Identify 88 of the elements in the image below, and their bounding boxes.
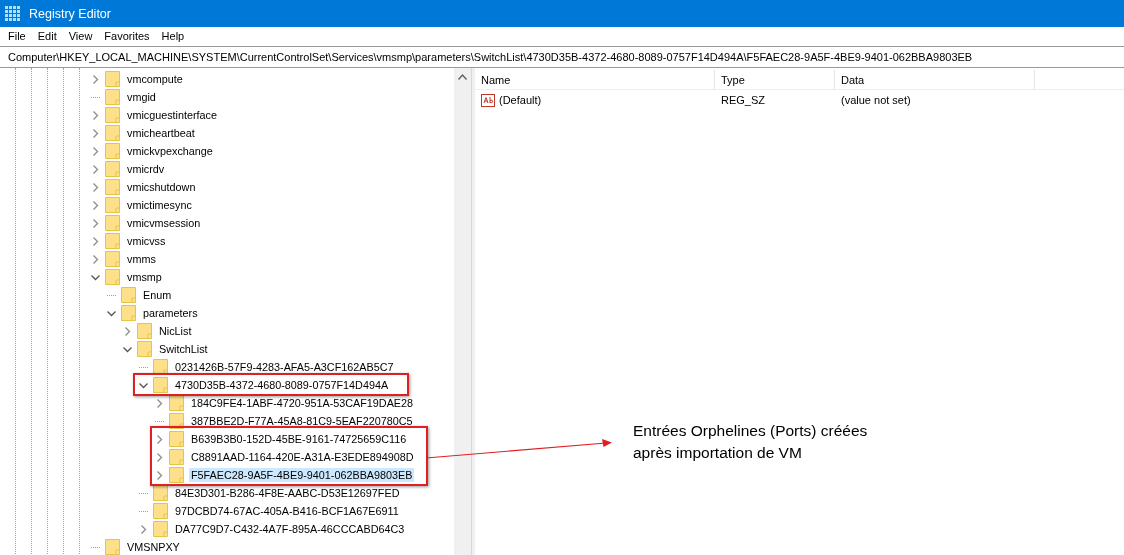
menu-item[interactable]: Help (155, 30, 191, 42)
tree-item[interactable]: 4730D35B-4372-4680-8089-0757F14D494A (173, 378, 391, 392)
chevron-down-icon[interactable] (123, 344, 132, 354)
folder-icon (105, 107, 120, 123)
chevron-right-icon[interactable] (91, 146, 100, 156)
folder-icon (105, 539, 120, 555)
tree-item[interactable]: parameters (141, 306, 200, 320)
tree-item[interactable]: 97DCBD74-67AC-405A-B416-BCF1A67E6911 (173, 504, 401, 518)
chevron-down-icon[interactable] (139, 380, 148, 390)
tree-item[interactable]: vmicvmsession (125, 216, 203, 230)
chevron-right-icon[interactable] (155, 398, 164, 408)
folder-icon (105, 269, 120, 285)
folder-icon (105, 215, 120, 231)
folder-icon (169, 449, 184, 465)
annotation-text: Entrées Orphelines (Ports) créées après importation de VM (633, 421, 868, 463)
tree-item[interactable]: Enum (141, 288, 174, 302)
folder-icon (105, 89, 120, 105)
tree-item[interactable]: vmictimesync (125, 198, 194, 212)
tree-item[interactable]: 84E3D301-B286-4F8E-AABC-D53E12697FED (173, 486, 402, 500)
folder-icon (105, 71, 120, 87)
chevron-right-icon[interactable] (155, 434, 164, 444)
chevron-right-icon[interactable] (91, 110, 100, 120)
tree-item[interactable]: vmicheartbeat (125, 126, 197, 140)
tree-item[interactable]: vmms (125, 252, 158, 266)
scroll-up-icon[interactable] (458, 74, 467, 80)
menu-item[interactable]: File (2, 30, 32, 42)
folder-icon (121, 287, 136, 303)
folder-icon (137, 323, 152, 339)
folder-icon (153, 377, 168, 393)
folder-icon (105, 251, 120, 267)
tree-item[interactable]: F5FAEC28-9A5F-4BE9-9401-062BBA9803EB (189, 468, 415, 482)
folder-icon (105, 179, 120, 195)
folder-icon (121, 305, 136, 321)
chevron-right-icon[interactable] (91, 200, 100, 210)
chevron-right-icon[interactable] (91, 182, 100, 192)
folder-icon (105, 125, 120, 141)
tree-item[interactable]: vmicrdv (125, 162, 167, 176)
tree-item[interactable]: vmicshutdown (125, 180, 198, 194)
folder-icon (169, 431, 184, 447)
menu-item[interactable]: Edit (31, 30, 63, 42)
folder-icon (153, 521, 168, 537)
menu-item[interactable]: View (62, 30, 99, 42)
string-value-icon (481, 93, 495, 107)
menu-item[interactable]: Favorites (98, 30, 156, 42)
chevron-right-icon[interactable] (123, 326, 132, 336)
tree-item[interactable]: 184C9FE4-1ABF-4720-951A-53CAF19DAE28 (189, 396, 416, 410)
window-title: Registry Editor (29, 6, 111, 21)
chevron-right-icon[interactable] (155, 470, 164, 480)
tree-item[interactable]: vmicguestinterface (125, 108, 219, 122)
chevron-right-icon[interactable] (91, 254, 100, 264)
address-field[interactable]: Computer\HKEY_LOCAL_MACHINE\SYSTEM\CurrentControlSet\Services\vmsmp\parameters\SwitchList\4730D35B-4372-4680-8089-0757F14D494A\F5FAEC28-9A5F-4BE9-9401-062BBA9803EB (0, 46, 1124, 68)
column-header[interactable]: Name (475, 70, 715, 89)
folder-icon (105, 143, 120, 159)
value-data: (value not set) (840, 94, 912, 106)
tree-item[interactable]: SwitchList (157, 342, 210, 356)
chevron-right-icon[interactable] (155, 452, 164, 462)
tree-item[interactable]: vmcompute (125, 72, 185, 86)
value-name[interactable]: (Default) (499, 94, 542, 106)
tree-item[interactable]: 387BBE2D-F77A-45A8-81C9-5EAF220780C5 (189, 414, 415, 428)
scrollbar[interactable] (454, 68, 471, 555)
tree-item[interactable]: vmickvpexchange (125, 144, 215, 158)
column-header[interactable]: Type (715, 70, 835, 89)
tree-item[interactable]: DA77C9D7-C432-4A7F-895A-46CCCABD64C3 (173, 522, 407, 536)
chevron-right-icon[interactable] (91, 128, 100, 138)
chevron-right-icon[interactable] (139, 524, 148, 534)
tree-item[interactable]: VMSNPXY (125, 540, 182, 554)
tree-item[interactable]: 0231426B-57F9-4283-AFA5-A3CF162AB5C7 (173, 360, 396, 374)
tree-item[interactable]: B639B3B0-152D-45BE-9161-74725659C116 (189, 432, 409, 446)
column-header[interactable]: Data (835, 70, 1035, 89)
value-type: REG_SZ (720, 94, 766, 106)
chevron-right-icon[interactable] (91, 74, 100, 84)
chevron-down-icon[interactable] (107, 308, 116, 318)
folder-icon (105, 233, 120, 249)
tree-item[interactable]: vmgid (125, 90, 158, 104)
folder-icon (137, 341, 152, 357)
app-icon (5, 5, 21, 22)
tree-item[interactable]: vmicvss (125, 234, 168, 248)
folder-icon (105, 161, 120, 177)
chevron-right-icon[interactable] (91, 218, 100, 228)
chevron-right-icon[interactable] (91, 164, 100, 174)
folder-icon (153, 503, 168, 519)
tree-item[interactable]: NicList (157, 324, 194, 338)
folder-icon (169, 467, 184, 483)
folder-icon (105, 197, 120, 213)
chevron-down-icon[interactable] (91, 272, 100, 282)
tree-item[interactable]: C8891AAD-1164-420E-A31A-E3EDE894908D (189, 450, 416, 464)
tree-item[interactable]: vmsmp (125, 270, 164, 284)
chevron-right-icon[interactable] (91, 236, 100, 246)
